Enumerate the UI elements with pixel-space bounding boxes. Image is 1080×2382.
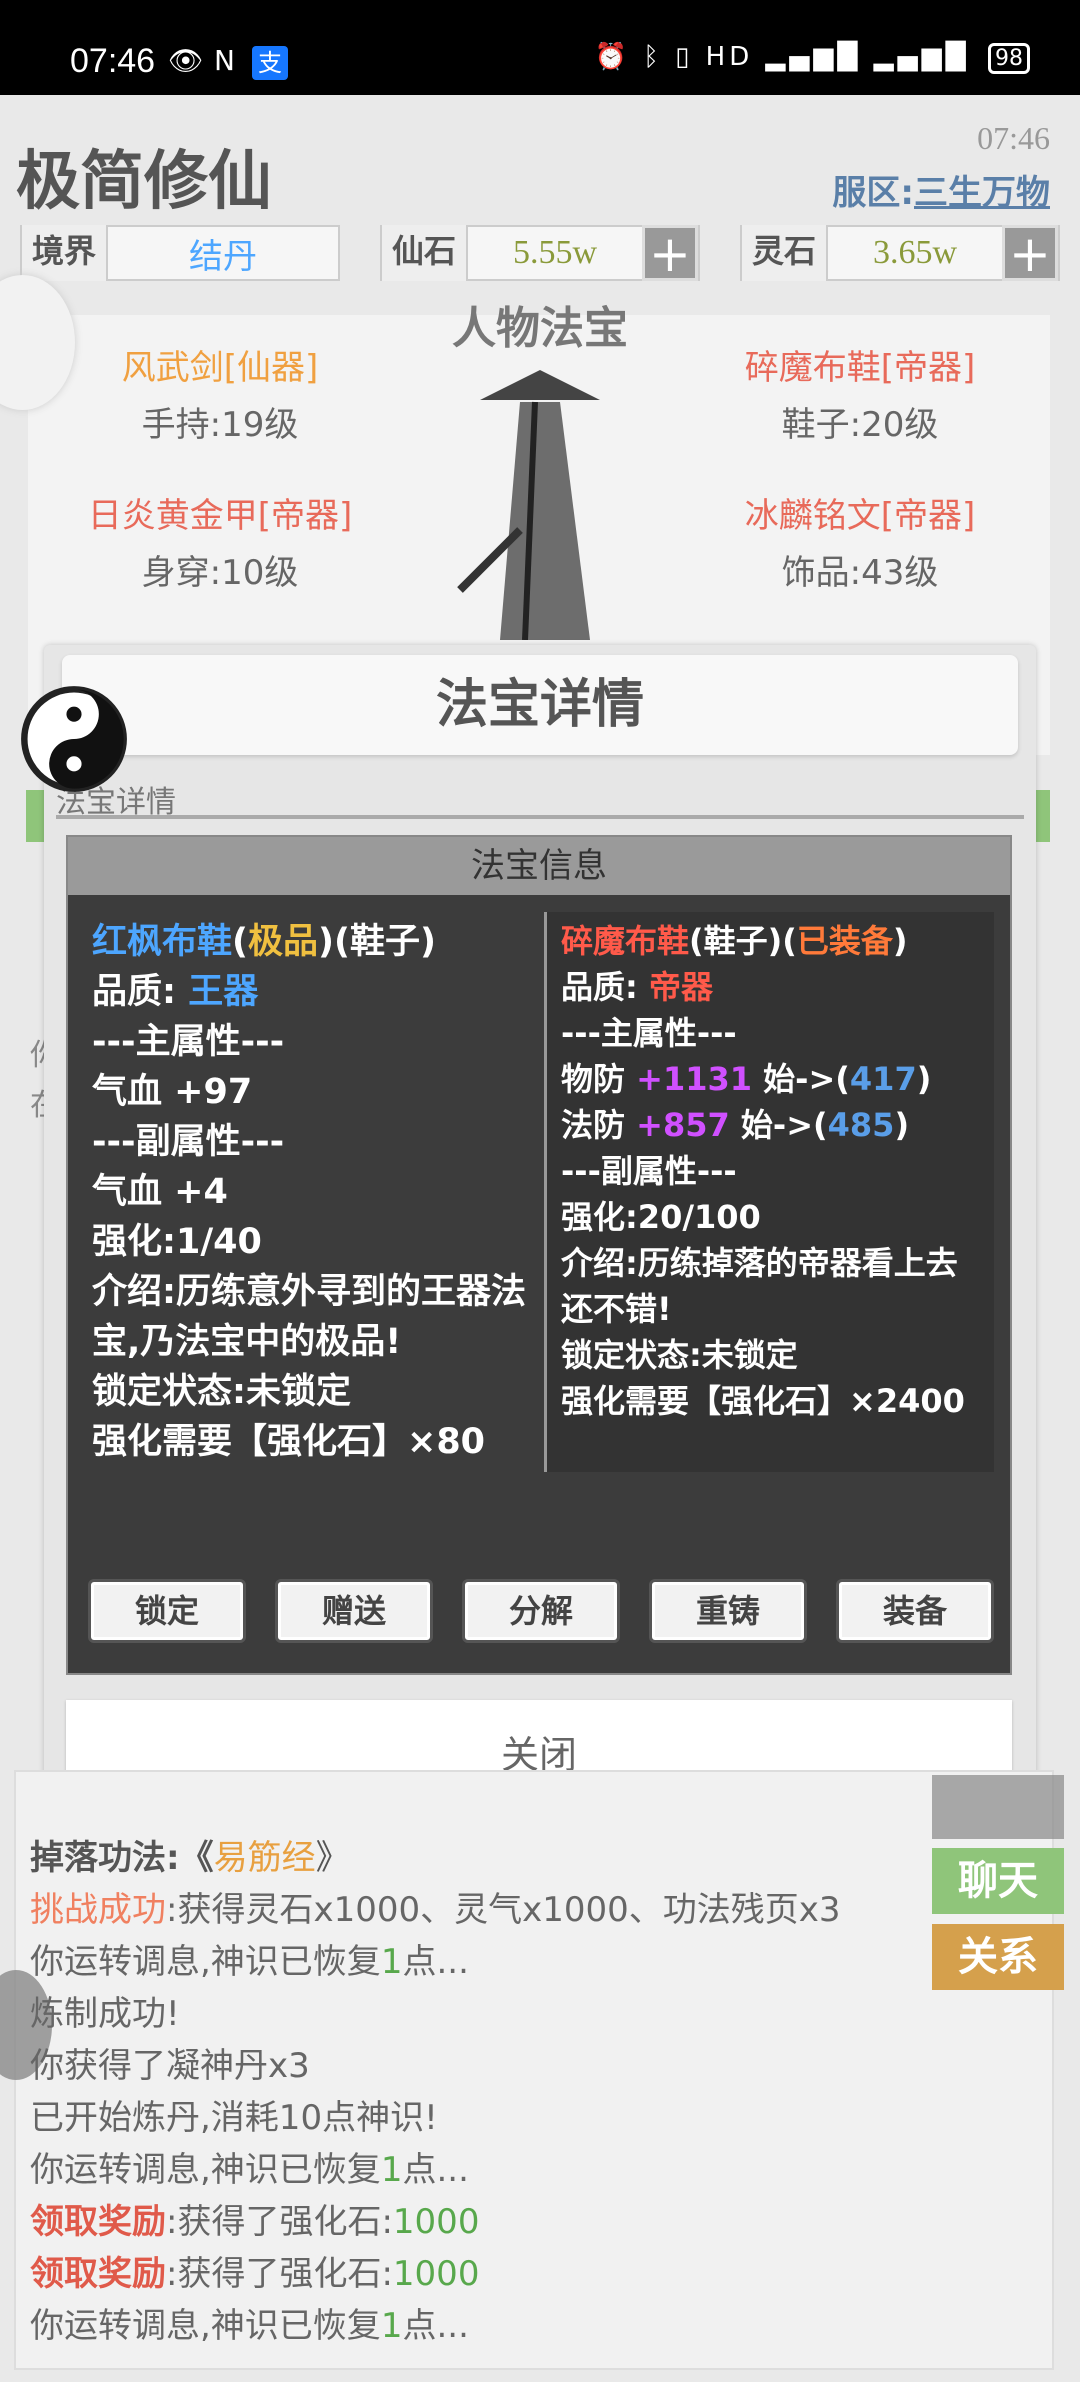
equip-level: 饰品:43级 (781, 553, 939, 593)
bg-green-bar (26, 790, 46, 842)
equip-name: 风武剑[仙器] (121, 348, 319, 388)
equip-level: 鞋子:20级 (781, 405, 939, 445)
immortal-stone-value: 5.55w (512, 234, 598, 271)
spirit-stone-box: 灵石 3.65w + (740, 225, 1060, 281)
enhance-level: 强化:1/40 (92, 1222, 262, 1262)
game-clock: 07:46 (977, 120, 1050, 156)
alarm-icon: ⏰ (594, 42, 631, 72)
realm-value: 结丹 (189, 236, 257, 277)
log-line: 已开始炼丹,消耗10点神识! (30, 2098, 438, 2138)
sub-attr: 气血 +4 (92, 1172, 228, 1212)
equipped-need: 强化需要【强化石】×2400 (561, 1382, 965, 1420)
equipped-main-header: ---主属性--- (561, 1014, 737, 1052)
spirit-stone-label: 灵石 (742, 225, 829, 281)
tab-divider (56, 815, 1024, 819)
item-intro: 介绍:历练意外寻到的王器法宝,乃法宝中的极品! (92, 1272, 526, 1362)
alipay-icon: 支 (252, 46, 288, 80)
equipped-attr-phys-def: 物防 +1131 始->(417) (561, 1060, 932, 1098)
log-line: 挑战成功:获得灵石x1000、灵气x1000、功法残页x3 (30, 1890, 841, 1930)
add-spirit-stone-button[interactable]: + (1002, 225, 1058, 281)
log-line: 你运转调息,神识已恢复1点... (30, 2150, 469, 2190)
equip-slot-accessory[interactable]: 冰麟铭文[帝器] 饰品:43级 (710, 488, 1010, 594)
equipped-name-line: 碎魔布鞋(鞋子)(已装备) (561, 922, 908, 960)
log-line: 你获得了凝神丹x3 (30, 2046, 310, 2086)
status-icons: ⏰ ᛒ ▯ HD ▂▄▆█ ▂▄▆█ 98 (595, 42, 1030, 74)
equip-name: 冰麟铭文[帝器] (744, 496, 976, 536)
equip-slot-shoes[interactable]: 碎魔布鞋[帝器] 鞋子:20级 (710, 340, 1010, 446)
item-name-line: 红枫布鞋(极品)(鞋子) (92, 922, 437, 962)
immortal-stone-label: 仙石 (382, 225, 469, 281)
main-attr-header: ---主属性--- (92, 1022, 285, 1062)
bluetooth-icon: ᛒ (643, 42, 663, 72)
vibrate-icon: ▯ (675, 42, 694, 72)
server-label: 服区:三生万物 (832, 173, 1050, 213)
item-detail-equipped: 碎魔布鞋(鞋子)(已装备) 品质: 帝器 ---主属性--- 物防 +1131 … (544, 912, 994, 1472)
lock-button[interactable]: 锁定 (88, 1579, 246, 1643)
log-line: 领取奖励:获得了强化石:1000 (30, 2254, 480, 2294)
log-line: 你运转调息,神识已恢复1点... (30, 1942, 469, 1982)
equip-level: 手持:19级 (141, 405, 299, 445)
treasure-info-box: 法宝信息 红枫布鞋(极品)(鞋子) 品质: 王器 ---主属性--- 气血 +9… (66, 835, 1012, 1675)
action-buttons: 锁定 赠送 分解 重铸 装备 (88, 1579, 994, 1643)
log-line: 领取奖励:获得了强化石:1000 (30, 2202, 480, 2242)
equip-name: 碎魔布鞋[帝器] (744, 348, 976, 388)
equipped-attr-magic-def: 法防 +857 始->(485) (561, 1106, 910, 1144)
equip-name: 日炎黄金甲[帝器] (87, 496, 353, 536)
signal-icon-2: ▂▄▆█ (873, 42, 970, 72)
equip-slot-weapon[interactable]: 风武剑[仙器] 手持:19级 (70, 340, 370, 446)
side-tab-hidden[interactable] (932, 1775, 1064, 1839)
equipped-intro: 介绍:历练掉落的帝器看上去还不错! (561, 1244, 958, 1328)
realm-box: 境界 结丹 (20, 225, 340, 281)
lock-status: 锁定状态:未锁定 (92, 1372, 351, 1412)
enhance-need: 强化需要【强化石】×80 (92, 1422, 486, 1462)
log-line: 你运转调息,神识已恢复1点... (30, 2306, 469, 2346)
equipped-enhance: 强化:20/100 (561, 1198, 761, 1236)
nfc-icon: N (214, 44, 235, 77)
item-quality: 品质: 王器 (92, 972, 259, 1012)
decompose-button[interactable]: 分解 (462, 1579, 620, 1643)
equipped-lock: 锁定状态:未锁定 (561, 1336, 798, 1374)
eye-icon: 👁 (168, 44, 204, 77)
recast-button[interactable]: 重铸 (649, 1579, 807, 1643)
equip-level: 身穿:10级 (141, 553, 299, 593)
modal-title: 法宝详情 (62, 655, 1018, 755)
gift-button[interactable]: 赠送 (275, 1579, 433, 1643)
item-detail-left: 红枫布鞋(极品)(鞋子) 品质: 王器 ---主属性--- 气血 +97 ---… (92, 917, 532, 1467)
log-line: 掉落功法:《易筋经》 (30, 1838, 350, 1878)
immortal-stone-box: 仙石 5.55w + (380, 225, 700, 281)
yin-yang-icon (21, 686, 127, 792)
status-bar: 07:46 👁 N 支 ⏰ ᛒ ▯ HD ▂▄▆█ ▂▄▆█ 98 (0, 0, 1080, 95)
equipped-sub-header: ---副属性--- (561, 1152, 737, 1190)
server-link[interactable]: 三生万物 (914, 173, 1050, 213)
battery-icon: 98 (988, 43, 1030, 74)
signal-icon: HD ▂▄▆█ (705, 42, 862, 72)
sub-attr-header: ---副属性--- (92, 1122, 285, 1162)
main-attr: 气血 +97 (92, 1072, 253, 1112)
treasure-detail-modal: 法宝详情 法宝详情 法宝信息 红枫布鞋(极品)(鞋子) 品质: 王器 ---主属… (44, 645, 1036, 1820)
game-title: 极简修仙 (16, 144, 272, 219)
info-header: 法宝信息 (68, 837, 1010, 895)
equip-button[interactable]: 装备 (836, 1579, 994, 1643)
relation-button[interactable]: 关系 (932, 1924, 1064, 1990)
add-immortal-stone-button[interactable]: + (642, 225, 698, 281)
spirit-stone-value: 3.65w (872, 234, 958, 271)
equip-slot-armor[interactable]: 日炎黄金甲[帝器] 身穿:10级 (50, 488, 390, 594)
equipped-quality: 品质: 帝器 (561, 968, 713, 1006)
chat-button[interactable]: 聊天 (932, 1848, 1064, 1914)
character-figure (457, 370, 600, 640)
status-time: 07:46 (70, 42, 156, 80)
realm-label: 境界 (22, 225, 109, 281)
log-line: 炼制成功! (30, 1994, 180, 2034)
